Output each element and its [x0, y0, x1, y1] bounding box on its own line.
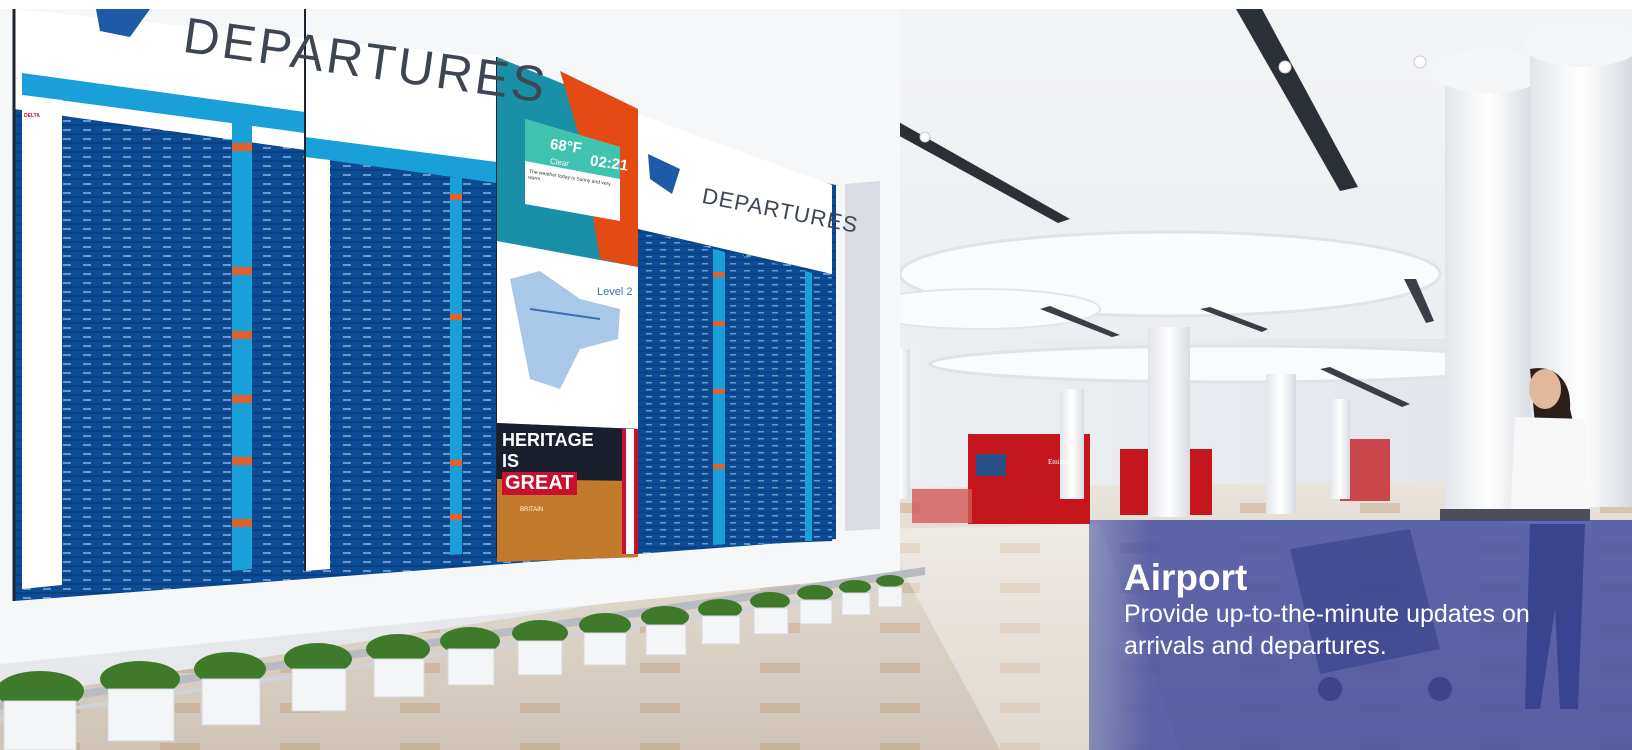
ad-great: GREAT — [502, 472, 577, 495]
airline-label: DELTA — [24, 113, 40, 119]
weather-time: 02:21 — [589, 152, 630, 175]
departures-board-heading-small: DEPARTURES — [700, 183, 861, 238]
airport-scene: DEPARTURES DEPARTURES 68°F Clear 02:21 T… — [0, 0, 1632, 750]
ad-heritage: HERITAGE — [502, 430, 594, 450]
weather-temperature: 68°F — [548, 135, 583, 158]
map-level-label: Level 2 — [597, 286, 633, 298]
ad-britain: BRITAIN — [520, 507, 544, 513]
weather-message: The weather today is Sunny and very warm — [527, 168, 612, 188]
departures-board-heading: DEPARTURES — [180, 6, 552, 114]
caption-description: Provide up-to-the-minute updates on arri… — [1124, 600, 1530, 660]
ad-is: IS — [502, 451, 520, 471]
weather-condition: Clear — [549, 156, 570, 169]
kiosk-brand: Emirates — [1048, 458, 1073, 466]
caption-title: Airport — [1124, 557, 1248, 598]
